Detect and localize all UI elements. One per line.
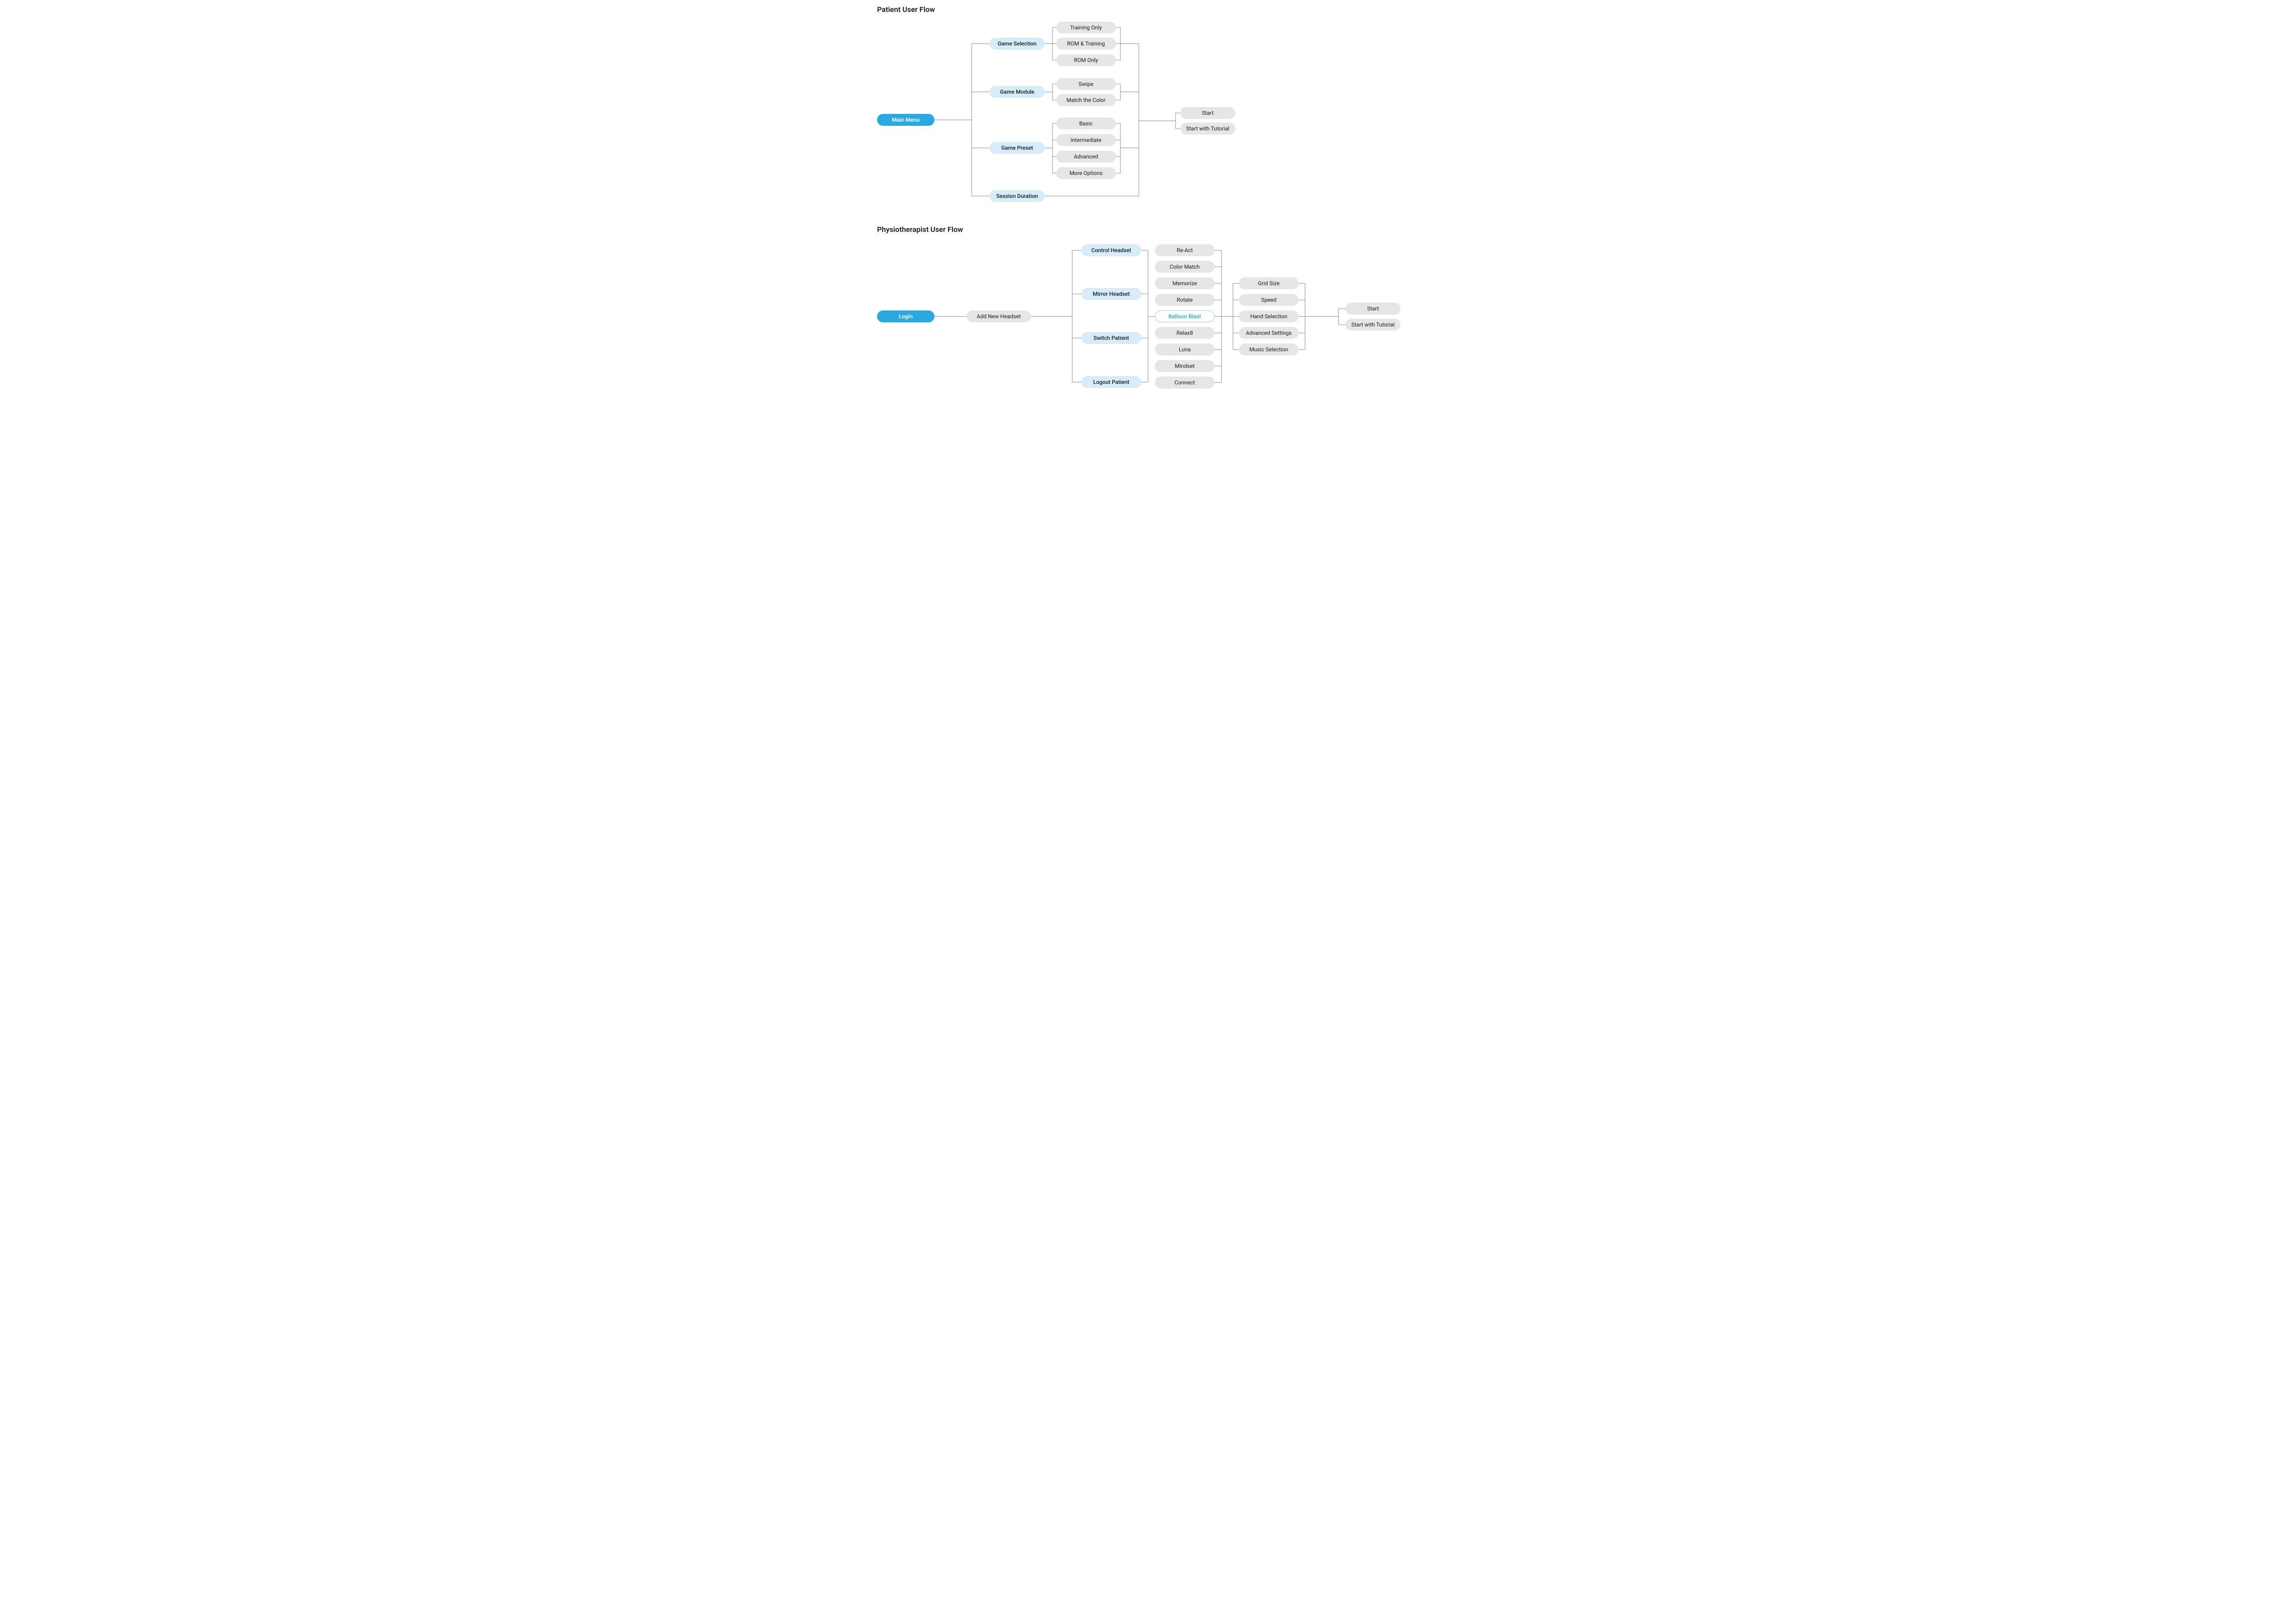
- section-title-patient: Patient User Flow: [877, 5, 935, 14]
- node-start: Start: [1345, 303, 1401, 315]
- node-option: Match the Color: [1056, 94, 1116, 106]
- node-option: ROM & Training: [1056, 38, 1116, 50]
- node-option: intermediate: [1056, 134, 1116, 146]
- node-game: Color Match: [1155, 261, 1215, 273]
- flow-canvas: Patient User Flow: [817, 0, 1479, 400]
- node-login: Login: [877, 310, 934, 322]
- node-game: Re-Act: [1155, 244, 1215, 256]
- node-game: Relax8: [1155, 327, 1215, 339]
- wires-physio: [817, 0, 1479, 400]
- node-setting: Grid Size: [1239, 277, 1299, 289]
- node-setting: Music Selection: [1239, 344, 1299, 355]
- node-add-new-headset: Add New Headset: [967, 310, 1031, 322]
- node-game-selected: Balloon Blast: [1155, 310, 1215, 322]
- node-start: Start: [1180, 107, 1235, 119]
- node-option: More Options: [1056, 167, 1116, 179]
- node-option: Training Only: [1056, 22, 1116, 34]
- node-option: Basic: [1056, 118, 1116, 130]
- node-game: Connect: [1155, 377, 1215, 389]
- node-game-preset: Game Preset: [990, 142, 1045, 154]
- node-start-tutorial: Start with Tutorial: [1180, 123, 1235, 135]
- node-game: Luna: [1155, 344, 1215, 355]
- node-game: Rotate: [1155, 294, 1215, 306]
- node-setting: Hand Selection: [1239, 310, 1299, 322]
- node-start-tutorial: Start with Tutorial: [1345, 319, 1401, 331]
- node-switch-patient: Switch Patient: [1081, 332, 1141, 344]
- node-setting: Advanced Settings: [1239, 327, 1299, 339]
- node-main-menu: Main Menu: [877, 114, 934, 126]
- node-logout-patient: Logout Patient: [1081, 376, 1141, 388]
- node-game-module: Game Module: [990, 86, 1045, 98]
- wires-patient: [817, 0, 1479, 400]
- node-game-selection: Game Selection: [990, 38, 1045, 50]
- node-mirror-headset: Mirror Headset: [1081, 288, 1141, 300]
- node-game: Memorize: [1155, 277, 1215, 289]
- node-option: ROM Only: [1056, 54, 1116, 66]
- node-option: Swipe: [1056, 78, 1116, 90]
- node-session-duration: Session Duration: [990, 190, 1045, 202]
- node-game: Mindset: [1155, 360, 1215, 372]
- section-title-physio: Physiotherapist User Flow: [877, 225, 963, 234]
- node-option: Advanced: [1056, 151, 1116, 163]
- node-setting: Speed: [1239, 294, 1299, 306]
- node-control-headset: Control Headset: [1081, 244, 1141, 256]
